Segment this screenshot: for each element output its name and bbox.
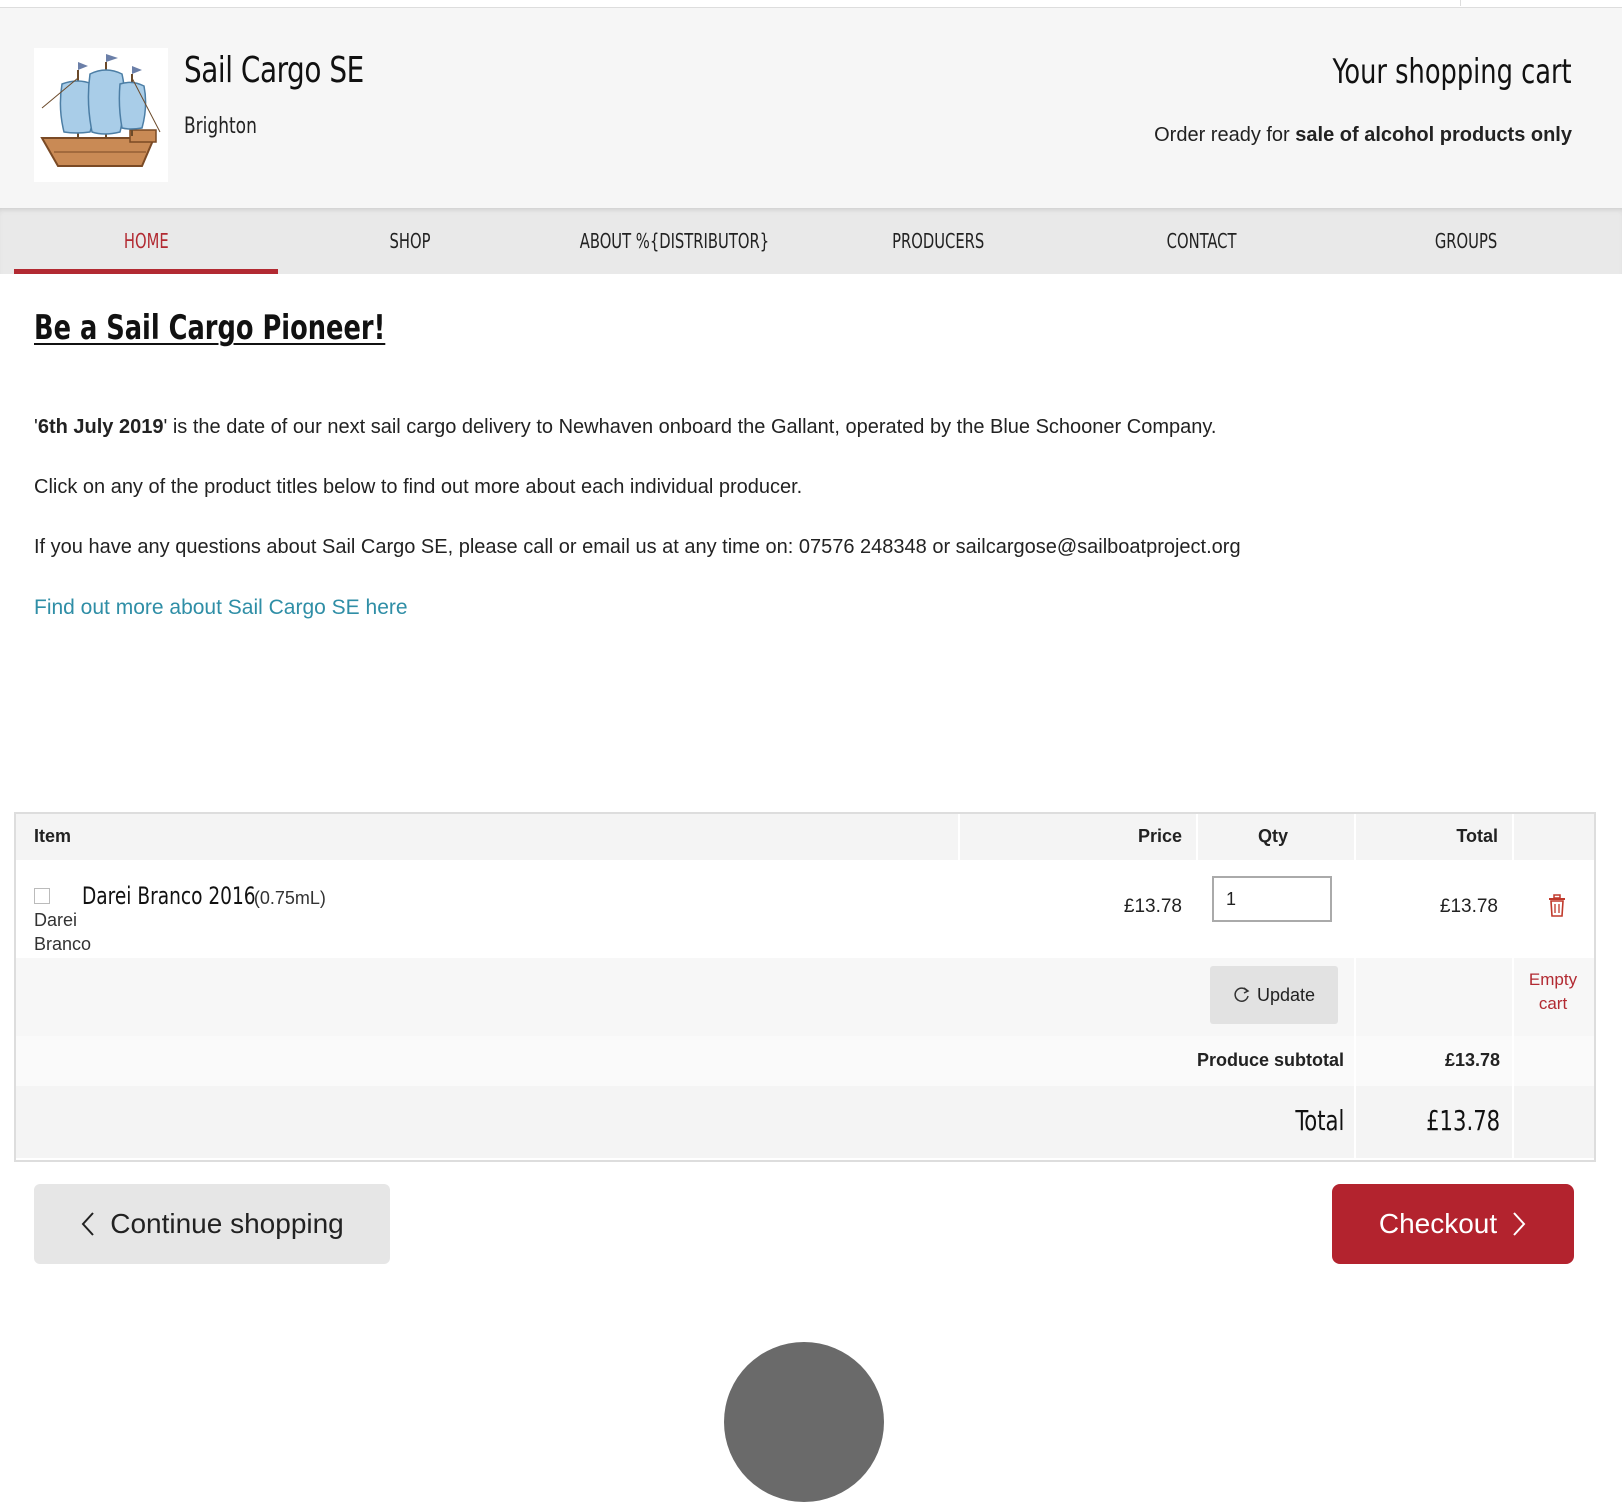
column-divider bbox=[958, 814, 960, 860]
nav-item-home[interactable]: HOME bbox=[14, 208, 278, 274]
subtotal-label: Produce subtotal bbox=[1196, 1050, 1344, 1070]
continue-shopping-button[interactable]: Continue shopping bbox=[34, 1184, 390, 1264]
brand-location: Brighton bbox=[184, 114, 257, 139]
product-name-link[interactable]: Darei Branco 2016(0.75mL) bbox=[82, 882, 326, 910]
continue-shopping-label: Continue shopping bbox=[110, 1208, 344, 1239]
intro-paragraph-producers: Click on any of the product titles below… bbox=[34, 476, 803, 498]
chat-bubble-button[interactable] bbox=[724, 1342, 884, 1502]
order-ready-prefix: Order ready for bbox=[1154, 124, 1290, 146]
nav-item-label: SHOP bbox=[389, 229, 431, 253]
nav-item-producers[interactable]: PRODUCERS bbox=[806, 208, 1070, 274]
column-header-item: Item bbox=[34, 826, 72, 846]
trash-icon[interactable] bbox=[1546, 894, 1568, 918]
ship-logo-image bbox=[40, 54, 161, 167]
update-button[interactable]: Update bbox=[1210, 966, 1338, 1024]
refresh-icon bbox=[1234, 987, 1250, 1002]
brand-name[interactable]: Sail Cargo SE bbox=[184, 50, 364, 91]
order-ready-bold: sale of alcohol products only bbox=[1295, 124, 1572, 146]
nav-item-contact[interactable]: CONTACT bbox=[1070, 208, 1334, 274]
column-header-qty: Qty bbox=[1258, 826, 1289, 846]
subtotal-value: £13.78 bbox=[1444, 1050, 1500, 1070]
column-divider bbox=[1354, 1036, 1356, 1158]
column-divider bbox=[1354, 958, 1356, 1036]
ship-logo[interactable] bbox=[34, 48, 168, 182]
chevron-right-icon bbox=[1513, 1212, 1526, 1236]
column-header-total: Total bbox=[1456, 826, 1498, 846]
main-nav: HOME SHOP ABOUT %{DISTRIBUTOR} PRODUCERS… bbox=[0, 208, 1622, 274]
top-border bbox=[0, 0, 1622, 8]
nav-item-label: ABOUT %{DISTRIBUTOR} bbox=[579, 229, 769, 253]
chevron-left-icon bbox=[81, 1212, 94, 1236]
order-ready-notice: Order ready for sale of alcohol products… bbox=[1154, 124, 1572, 147]
cart-item-row: Darei Branco Darei Branco 2016(0.75mL) £… bbox=[16, 860, 1594, 958]
column-divider bbox=[1196, 814, 1198, 860]
nav-item-about[interactable]: ABOUT %{DISTRIBUTOR} bbox=[542, 208, 806, 274]
intro-paragraph-rest: ' is the date of our next sail cargo del… bbox=[163, 416, 1217, 438]
nav-item-shop[interactable]: SHOP bbox=[278, 208, 542, 274]
nav-item-groups[interactable]: GROUPS bbox=[1334, 208, 1598, 274]
empty-cart-text: cart bbox=[1538, 994, 1568, 1013]
total-value: £13.78 bbox=[1425, 1104, 1500, 1137]
nav-item-label: HOME bbox=[123, 229, 169, 253]
cart-table: Item Price Qty Total Darei Branco Darei … bbox=[14, 812, 1596, 1162]
column-divider bbox=[1512, 814, 1514, 860]
column-divider bbox=[1512, 1036, 1514, 1158]
checkout-button[interactable]: Checkout bbox=[1332, 1184, 1574, 1264]
top-divider-tick bbox=[1460, 0, 1461, 6]
empty-cart-link[interactable]: Empty cart bbox=[1508, 968, 1598, 1016]
broken-image-icon bbox=[34, 888, 50, 904]
intro-paragraph-contact: If you have any questions about Sail Car… bbox=[34, 536, 1241, 558]
column-divider bbox=[1512, 958, 1514, 1036]
subtotal-row: Produce subtotal £13.78 bbox=[16, 1036, 1594, 1086]
column-header-price: Price bbox=[1137, 826, 1182, 846]
quantity-input[interactable] bbox=[1212, 876, 1332, 922]
product-size: (0.75mL) bbox=[253, 888, 326, 908]
checkout-label: Checkout bbox=[1378, 1208, 1498, 1239]
image-alt-text: Darei bbox=[34, 910, 78, 930]
product-name: Darei Branco 2016 bbox=[82, 882, 256, 910]
intro-paragraph-date: '6th July 2019' is the date of our next … bbox=[34, 416, 1216, 439]
nav-item-label: CONTACT bbox=[1167, 229, 1237, 253]
nav-item-label: GROUPS bbox=[1434, 229, 1498, 253]
delivery-date: 6th July 2019 bbox=[37, 416, 164, 438]
update-label: Update bbox=[1256, 984, 1316, 1005]
nav-item-label: PRODUCERS bbox=[891, 229, 985, 253]
total-label: Total bbox=[1294, 1104, 1344, 1137]
cart-title: Your shopping cart bbox=[1332, 52, 1572, 92]
cart-update-row: Update Empty cart bbox=[16, 958, 1594, 1036]
site-header: Sail Cargo SE Brighton Your shopping car… bbox=[0, 8, 1622, 208]
cart-header-row: Item Price Qty Total bbox=[16, 814, 1594, 860]
total-row: Total £13.78 bbox=[16, 1086, 1594, 1158]
image-alt-text: Branco bbox=[34, 934, 92, 954]
item-total: £13.78 bbox=[1439, 896, 1498, 917]
page-headline: Be a Sail Cargo Pioneer! bbox=[34, 308, 386, 348]
item-price: £13.78 bbox=[1123, 896, 1182, 917]
find-out-more-link[interactable]: Find out more about Sail Cargo SE here bbox=[34, 596, 408, 620]
empty-cart-text: Empty bbox=[1528, 970, 1578, 989]
column-divider bbox=[1354, 814, 1356, 860]
